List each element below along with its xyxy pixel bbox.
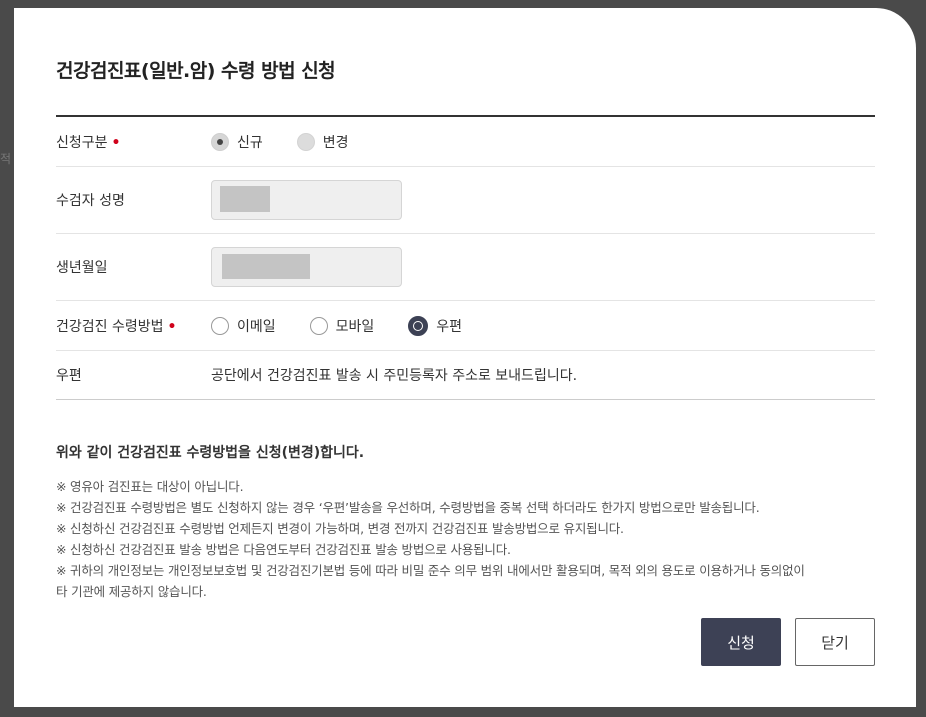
radio-button-email[interactable] [211,316,229,335]
row-method: 건강검진 수령방법 • 이메일 모바일 우편 [56,301,875,351]
backdrop-text: 적 [0,152,12,166]
radio-option-new[interactable]: 신규 [211,132,263,152]
modal-title: 건강검진표(일반.암) 수령 방법 신청 [56,60,336,82]
required-mark: • [111,134,121,151]
name-label: 수검자 성명 [56,193,125,209]
notice-line: ※ 귀하의 개인정보는 개인정보보호법 및 건강검진기본법 등에 따라 비밀 준… [56,563,805,578]
radio-button-change[interactable] [296,132,315,151]
notice-line: ※ 신청하신 건강검진표 발송 방법은 다음연도부터 건강검진표 발송 방법으로… [56,542,511,557]
radio-option-change[interactable]: 변경 [296,132,349,152]
notice-line: ※ 영유아 검진표는 대상이 아닙니다. [56,479,244,494]
row-name: 수검자 성명 [56,167,875,234]
radio-label-change: 변경 [322,134,349,151]
birth-field[interactable] [211,247,402,287]
method-label: 건강검진 수령방법 • [56,318,177,335]
birth-label: 생년월일 [56,260,108,276]
application-form: 신청구분 • 신규 변경 수검자 성명 생년월일 건강검진 수령방법 • 이메일… [56,115,875,400]
notice-line: ※ 건강검진표 수령방법은 별도 신청하지 않는 경우 ‘우편’발송을 우선하며… [56,500,760,515]
radio-option-post[interactable]: 우편 [408,315,463,336]
radio-label-mobile: 모바일 [335,318,375,335]
radio-label-email: 이메일 [237,318,276,335]
row-post: 우편 공단에서 건강검진표 발송 시 주민등록자 주소로 보내드립니다. [56,351,875,399]
radio-label-post: 우편 [436,318,463,335]
radio-label-new: 신규 [237,134,263,151]
notice-line: ※ 신청하신 건강검진표 수령방법 언제든지 변경이 가능하며, 변경 전까지 … [56,521,624,536]
method-options: 이메일 모바일 우편 [211,315,496,336]
receipt-method-modal: 건강검진표(일반.암) 수령 방법 신청 신청구분• 신규 변경 수검자 성명 [14,8,916,707]
redacted-birth [222,254,310,279]
radio-option-mobile[interactable]: 모바일 [309,316,375,336]
apply-type-options: 신규 변경 [211,132,383,152]
radio-button-new[interactable] [211,132,229,151]
redacted-name [220,186,270,212]
row-birth: 생년월일 [56,234,875,301]
submit-button[interactable]: 신청 [701,618,781,666]
post-label: 우편 [56,368,82,384]
notice-line: 타 기관에 제공하지 않습니다. [56,584,207,599]
radio-button-mobile[interactable] [309,316,328,335]
row-apply-type: 신청구분 • 신규 변경 [56,117,875,167]
radio-option-email[interactable]: 이메일 [211,316,276,336]
apply-type-label: 신청구분 • [56,134,121,151]
notice-title: 위와 같이 건강검진표 수령방법을 신청(변경)합니다. [56,445,365,461]
radio-button-post[interactable] [408,315,429,336]
required-mark: • [167,318,177,335]
close-button[interactable]: 닫기 [795,618,875,666]
name-field[interactable] [211,180,402,220]
notice-section: 위와 같이 건강검진표 수령방법을 신청(변경)합니다. ※ 영유아 검진표는 … [56,442,886,602]
post-description: 공단에서 건강검진표 발송 시 주민등록자 주소로 보내드립니다. [211,368,578,384]
